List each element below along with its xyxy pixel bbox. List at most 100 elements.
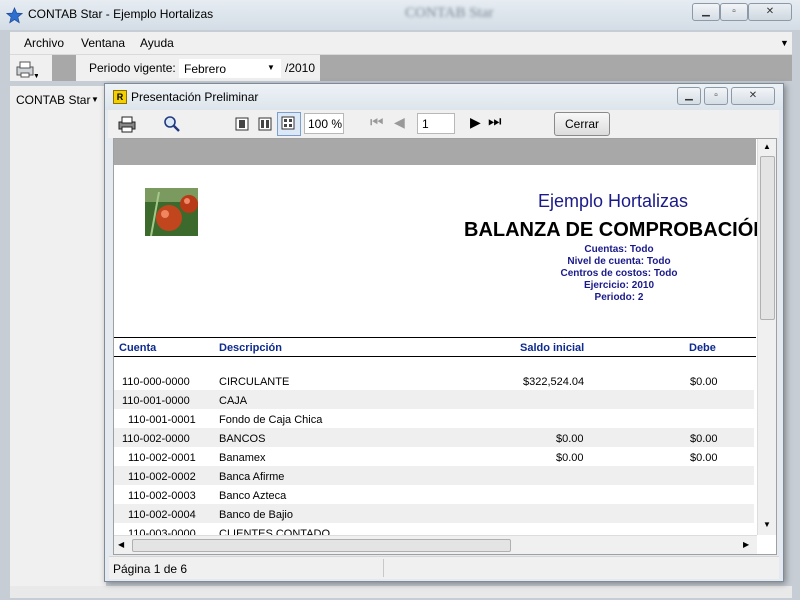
row-descripcion: CAJA: [219, 395, 248, 407]
sidebar-dropdown-icon[interactable]: ▼: [91, 95, 99, 104]
row-stripe: [114, 466, 754, 485]
menu-ventana[interactable]: Ventana: [81, 36, 125, 50]
status-divider: [383, 559, 384, 577]
col-debe: Debe: [689, 342, 716, 354]
company-name: Ejemplo Hortalizas: [538, 191, 689, 211]
preview-close-button[interactable]: ✕: [731, 87, 775, 105]
last-page-icon[interactable]: ⏭: [488, 113, 502, 130]
preview-title: Presentación Preliminar: [131, 90, 259, 104]
report-top-band: [114, 139, 756, 165]
company-logo-image: [145, 188, 198, 236]
row-cuenta: 110-001-0001: [128, 414, 196, 426]
row-cuenta: 110-002-0004: [128, 509, 196, 521]
toolbar-separator: [52, 55, 76, 81]
horizontal-scrollbar[interactable]: ◀ ▶: [114, 535, 757, 554]
window-title-shadow: CONTAB Star: [405, 5, 494, 21]
page-number-input[interactable]: 1: [417, 113, 455, 134]
col-cuenta: Cuenta: [119, 342, 157, 354]
cerrar-button[interactable]: Cerrar: [554, 112, 610, 136]
app-star-icon: [6, 7, 23, 24]
preview-minimize-button[interactable]: ▁: [677, 87, 701, 105]
report-filters: Cuentas: Todo Nivel de cuenta: Todo Cent…: [539, 244, 699, 304]
row-descripcion: Banco Azteca: [219, 490, 287, 502]
col-descripcion: Descripción: [219, 342, 282, 354]
preview-toolbar: 100 % ⏮ ◀ 1 ▶ ⏭ Cerrar: [108, 110, 779, 138]
vertical-scrollbar[interactable]: ▲ ▼: [757, 139, 776, 535]
preview-status-bar: Página 1 de 6: [109, 556, 779, 579]
maximize-button[interactable]: ▫: [720, 3, 748, 21]
minimize-button[interactable]: ▁: [692, 3, 720, 21]
row-descripcion: CIRCULANTE: [219, 376, 290, 388]
sidebar: CONTAB Star ▼: [10, 86, 106, 586]
single-page-icon[interactable]: [235, 117, 249, 131]
row-cuenta: 110-002-0000: [122, 433, 190, 445]
window-title: CONTAB Star - Ejemplo Hortalizas: [28, 7, 214, 21]
row-stripe: [114, 428, 754, 447]
preview-maximize-button[interactable]: ▫: [704, 87, 728, 105]
filter-cuentas: Cuentas: Todo: [584, 244, 654, 255]
row-descripcion: BANCOS: [219, 433, 266, 445]
header-bottom-rule: [114, 356, 756, 357]
row-descripcion: Banamex: [219, 452, 266, 464]
preview-title-bar: R Presentación Preliminar ▁ ▫ ✕: [105, 84, 783, 110]
svg-text:▼: ▼: [33, 73, 38, 79]
main-status-bar: [10, 586, 792, 598]
scroll-right-icon[interactable]: ▶: [743, 540, 749, 549]
scroll-left-icon[interactable]: ◀: [118, 540, 124, 549]
preview-window: R Presentación Preliminar ▁ ▫ ✕ 100 % ⏮ …: [104, 83, 784, 582]
periodo-select[interactable]: Febrero ▼: [178, 58, 282, 79]
print-icon[interactable]: [117, 115, 137, 133]
report-title: BALANZA DE COMPROBACIÓN: [464, 219, 768, 241]
chevron-down-icon[interactable]: ▼: [267, 63, 275, 72]
menu-overflow-icon[interactable]: ▼: [780, 38, 789, 48]
row-descripcion: Banca Afirme: [219, 471, 285, 483]
row-debe: $0.00: [690, 376, 718, 388]
filter-nivel: Nivel de cuenta: Todo: [567, 256, 671, 267]
row-descripcion: Fondo de Caja Chica: [219, 414, 323, 426]
row-cuenta: 110-002-0002: [128, 471, 196, 483]
multi-page-button[interactable]: [277, 112, 301, 136]
scroll-up-icon[interactable]: ▲: [763, 142, 771, 151]
row-debe: $0.00: [690, 433, 718, 445]
periodo-select-value: Febrero: [184, 62, 227, 76]
row-saldo: $322,524.04: [523, 376, 585, 388]
first-page-icon[interactable]: ⏮: [370, 114, 384, 131]
row-cuenta: 110-000-0000: [122, 376, 190, 388]
zoom-icon[interactable]: [163, 115, 181, 133]
menu-bar: Archivo Ventana Ayuda ▼: [10, 32, 792, 55]
title-bar: CONTAB Star - Ejemplo Hortalizas CONTAB …: [0, 0, 800, 30]
page-count-status: Página 1 de 6: [113, 562, 188, 576]
year-label: /2010: [285, 61, 316, 75]
filter-periodo: Periodo: 2: [594, 292, 644, 303]
toolbar-empty-area: [320, 55, 792, 81]
horizontal-scroll-thumb[interactable]: [132, 539, 511, 552]
row-cuenta: 110-002-0003: [128, 490, 196, 502]
next-page-icon[interactable]: ▶: [470, 114, 481, 131]
page-number-value: 1: [422, 117, 429, 131]
row-cuenta: 110-002-0001: [128, 452, 196, 464]
zoom-value: 100 %: [308, 117, 343, 131]
row-stripe: [114, 390, 754, 409]
row-cuenta: 110-001-0000: [122, 395, 190, 407]
row-saldo: $0.00: [556, 433, 584, 445]
menu-ayuda[interactable]: Ayuda: [140, 36, 174, 50]
filter-ejercicio: Ejercicio: 2010: [583, 280, 655, 291]
col-saldo-inicial: Saldo inicial: [520, 342, 585, 354]
report-viewport: Ejemplo Hortalizas BALANZA DE COMPROBACI…: [113, 138, 777, 555]
row-saldo: $0.00: [556, 452, 584, 464]
zoom-input[interactable]: 100 %: [304, 113, 344, 134]
menu-archivo[interactable]: Archivo: [24, 36, 64, 50]
periodo-label: Periodo vigente:: [89, 61, 176, 75]
header-top-rule: [114, 337, 756, 338]
close-button[interactable]: ✕: [748, 3, 792, 21]
report-app-icon: R: [113, 90, 127, 104]
vertical-scroll-thumb[interactable]: [760, 156, 775, 320]
previous-page-icon[interactable]: ◀: [394, 114, 405, 131]
row-stripe: [114, 504, 754, 523]
row-debe: $0.00: [690, 452, 718, 464]
toolbar: ▼ Periodo vigente: Febrero ▼ /2010: [10, 55, 320, 81]
scroll-down-icon[interactable]: ▼: [763, 520, 771, 529]
print-icon[interactable]: ▼: [14, 59, 38, 79]
sidebar-title[interactable]: CONTAB Star: [16, 93, 90, 107]
two-pages-icon[interactable]: [258, 117, 272, 131]
